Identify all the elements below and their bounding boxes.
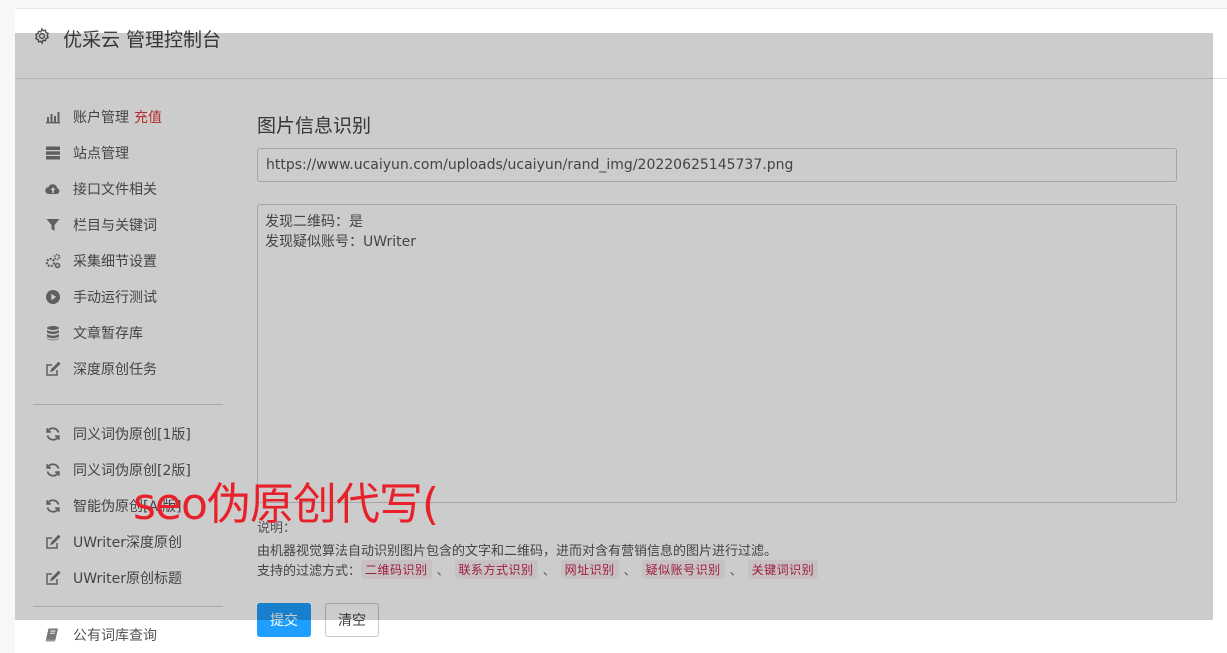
console-panel: 优采云 管理控制台 账户管理 充值 站点管理 接口文件相关 栏目与关键词 采集细… bbox=[15, 8, 1227, 653]
sidebar-item-synonym-v2[interactable]: 同义词伪原创[2版] bbox=[15, 452, 225, 488]
sidebar-item-label: 接口文件相关 bbox=[73, 182, 157, 198]
server-icon bbox=[44, 144, 62, 162]
refresh-icon bbox=[44, 497, 62, 515]
filter-tag: 关键词识别 bbox=[747, 560, 819, 579]
sidebar-item-uwriter-deep[interactable]: UWriter深度原创 bbox=[15, 524, 225, 560]
result-line: 发现疑似账号：UWriter bbox=[265, 234, 416, 250]
sidebar-item-public-dict[interactable]: 公有词库查询 bbox=[15, 617, 225, 653]
sidebar-item-label: 同义词伪原创[1版] bbox=[73, 427, 191, 443]
sidebar-item-ai-rewrite[interactable]: 智能伪原创[AI版] bbox=[15, 488, 225, 524]
refresh-icon bbox=[44, 425, 62, 443]
sidebar-item-columns-keywords[interactable]: 栏目与关键词 bbox=[15, 207, 225, 243]
main-content: 图片信息识别 发现二维码：是 发现疑似账号：UWriter 说明： 由机器视觉算… bbox=[257, 79, 1177, 653]
clear-button[interactable]: 清空 bbox=[325, 603, 379, 637]
filter-tag: 二维码识别 bbox=[361, 560, 432, 579]
page-background: 优采云 管理控制台 账户管理 充值 站点管理 接口文件相关 栏目与关键词 采集细… bbox=[0, 0, 1227, 653]
sidebar-item-label: 账户管理 bbox=[73, 110, 129, 126]
refresh-icon bbox=[44, 461, 62, 479]
filter-separator: 、 bbox=[542, 564, 556, 579]
header: 优采云 管理控制台 bbox=[15, 9, 1227, 79]
sidebar-item-label: 栏目与关键词 bbox=[73, 218, 157, 234]
sidebar-item-label: 同义词伪原创[2版] bbox=[73, 463, 191, 479]
database-icon bbox=[44, 324, 62, 342]
result-line: 发现二维码：是 bbox=[265, 214, 363, 230]
sidebar-item-label: 站点管理 bbox=[73, 146, 129, 162]
sidebar-item-label: 文章暂存库 bbox=[73, 326, 143, 342]
app-title: 优采云 管理控制台 bbox=[63, 29, 222, 51]
gear-icon bbox=[33, 27, 51, 45]
sidebar-item-deep-original-task[interactable]: 深度原创任务 bbox=[15, 351, 225, 387]
sidebar-item-label: UWriter原创标题 bbox=[73, 571, 182, 587]
filter-icon bbox=[44, 216, 62, 234]
filter-tag: 疑似账号识别 bbox=[641, 560, 725, 579]
cogs-icon bbox=[44, 252, 62, 270]
sidebar: 账户管理 充值 站点管理 接口文件相关 栏目与关键词 采集细节设置 手动运行测试… bbox=[15, 79, 235, 653]
sidebar-item-label: 智能伪原创[AI版] bbox=[73, 499, 182, 515]
sidebar-item-label: 深度原创任务 bbox=[73, 362, 157, 378]
filter-methods: 支持的过滤方式： 二维码识别 、 联系方式识别 、 网址识别 、 疑似账号识别 … bbox=[257, 560, 819, 579]
sidebar-divider bbox=[33, 404, 223, 405]
filter-separator: 、 bbox=[436, 564, 450, 579]
recharge-link[interactable]: 充值 bbox=[134, 107, 162, 127]
edit-icon bbox=[44, 569, 62, 587]
filter-separator: 、 bbox=[729, 564, 743, 579]
description-text: 由机器视觉算法自动识别图片包含的文字和二维码，进而对含有营销信息的图片进行过滤。 bbox=[257, 544, 778, 559]
image-url-input[interactable] bbox=[257, 148, 1177, 182]
sidebar-item-account[interactable]: 账户管理 充值 bbox=[15, 99, 225, 135]
sidebar-item-uwriter-title[interactable]: UWriter原创标题 bbox=[15, 560, 225, 596]
page-title: 图片信息识别 bbox=[257, 115, 372, 137]
play-circle-icon bbox=[44, 288, 62, 306]
result-textarea[interactable]: 发现二维码：是 发现疑似账号：UWriter bbox=[257, 204, 1177, 503]
edit-icon bbox=[44, 360, 62, 378]
submit-button[interactable]: 提交 bbox=[257, 603, 311, 637]
filter-tag: 联系方式识别 bbox=[454, 560, 538, 579]
sidebar-item-article-store[interactable]: 文章暂存库 bbox=[15, 315, 225, 351]
sidebar-item-label: 手动运行测试 bbox=[73, 290, 157, 306]
sidebar-item-label: 采集细节设置 bbox=[73, 254, 157, 270]
filter-label: 支持的过滤方式： bbox=[257, 564, 362, 579]
sidebar-divider bbox=[33, 606, 223, 607]
sidebar-item-manual-run[interactable]: 手动运行测试 bbox=[15, 279, 225, 315]
edit-icon bbox=[44, 533, 62, 551]
filter-tag: 网址识别 bbox=[560, 560, 619, 579]
bar-chart-icon bbox=[44, 108, 62, 126]
sidebar-item-collect-settings[interactable]: 采集细节设置 bbox=[15, 243, 225, 279]
sidebar-item-synonym-v1[interactable]: 同义词伪原创[1版] bbox=[15, 416, 225, 452]
filter-separator: 、 bbox=[623, 564, 637, 579]
sidebar-item-sites[interactable]: 站点管理 bbox=[15, 135, 225, 171]
sidebar-item-label: UWriter深度原创 bbox=[73, 535, 182, 551]
sidebar-item-interface-files[interactable]: 接口文件相关 bbox=[15, 171, 225, 207]
cloud-upload-icon bbox=[44, 180, 62, 198]
description-label: 说明： bbox=[257, 521, 297, 536]
book-icon bbox=[44, 626, 62, 644]
sidebar-item-label: 公有词库查询 bbox=[73, 628, 157, 644]
